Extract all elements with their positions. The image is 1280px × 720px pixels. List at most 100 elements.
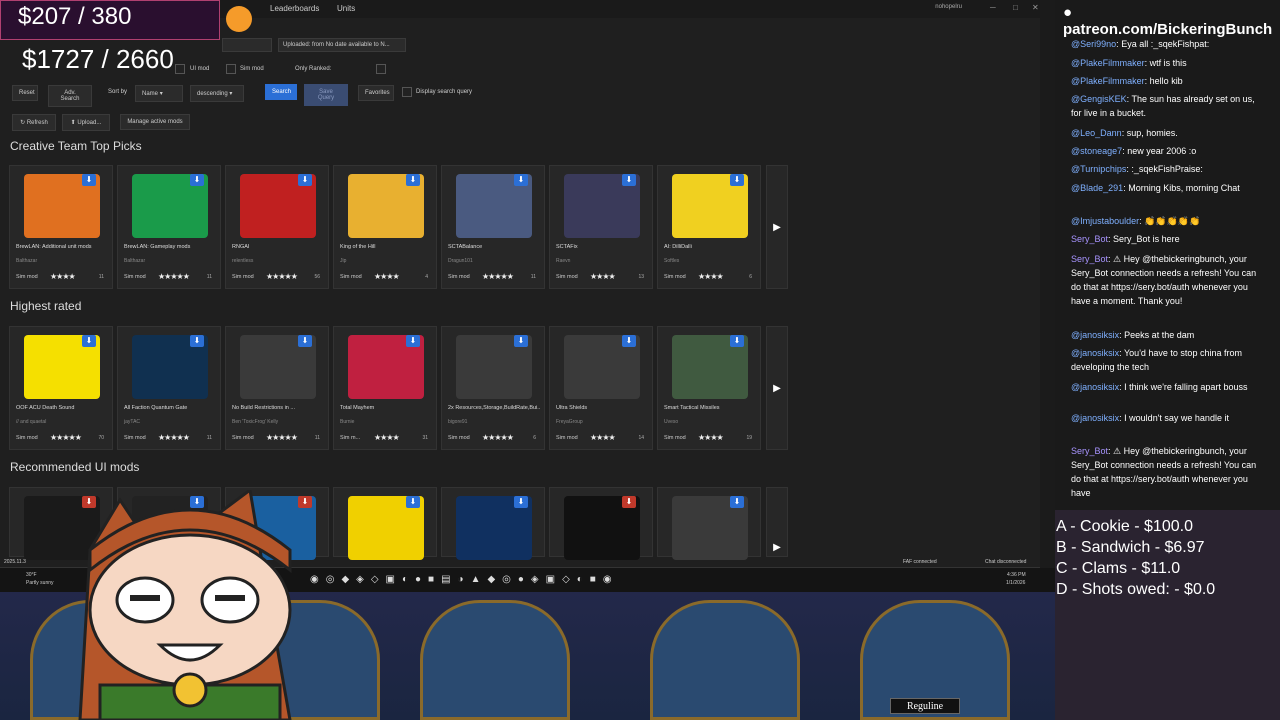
mod-type: Sim mod [664,435,686,441]
clock-date: 1/1/2026 [1006,580,1026,586]
download-icon[interactable]: ⬇ [514,496,528,508]
mod-card[interactable]: ⬇ AI: DilliDalli Softles Sim mod ★★★★ 6 [657,165,761,289]
mod-card[interactable]: ⬇ [333,487,437,560]
patreon-icon: ● [1063,4,1073,21]
mod-card[interactable]: ⬇ 2x Resources,Storage,BuildRate,Bui... bi… [441,326,545,450]
download-icon[interactable]: ⬇ [622,496,636,508]
mod-card[interactable]: ⬇ BrewLAN: Gameplay mods Balthazar Sim mod ★… [117,165,221,289]
favorites-button[interactable]: Favorites [358,85,394,101]
mod-author: FreyaGroup [556,419,583,425]
chat-username: @janosiksix [1071,348,1120,358]
refresh-label: Refresh [26,120,48,126]
chat-message: @janosiksix: I think we're falling apart… [1071,382,1248,392]
chat-username: @Blade_291 [1071,183,1124,193]
next-arrow-icon[interactable]: ▶ [766,165,788,289]
vote-option: C - Clams - $11.0 [1056,560,1181,577]
mod-card[interactable]: ⬇ King of the Hill Jip Sim mod ★★★★ 4 [333,165,437,289]
mod-title: Ultra Shields [556,405,588,411]
adv-search-button[interactable]: Adv. Search [48,85,92,107]
donation-goal-top: $207 / 380 [18,3,132,30]
uploaded-filter[interactable]: Uploaded: from No date available to N... [278,38,406,52]
download-icon[interactable]: ⬇ [406,335,420,347]
nav-units[interactable]: Units [337,4,355,13]
ui-mod-checkbox[interactable] [175,64,185,74]
chat-message: @Seri99no: Eya all :_sqekFishpat: [1071,39,1210,49]
chat-message: Sery_Bot: ⚠ Hey @thebickeringbunch, your… [1071,446,1257,498]
download-icon[interactable]: ⬇ [82,335,96,347]
chat-username: Sery_Bot [1071,234,1109,244]
next-arrow-icon[interactable]: ▶ [766,487,788,557]
search-button[interactable]: Search [265,84,297,100]
display-query-checkbox[interactable] [402,87,412,97]
review-count: 6 [533,435,536,441]
upload-button[interactable]: ⬆ Upload... [62,114,110,131]
refresh-button[interactable]: ↻ Refresh [12,114,56,131]
download-icon[interactable]: ⬇ [514,335,528,347]
version-label: 2025.11.3 [4,559,26,565]
review-count: 11 [206,435,212,441]
chat-text: :_sqekFishPraise: [1131,164,1203,174]
download-icon[interactable]: ⬇ [190,335,204,347]
user-name[interactable]: nohopelru [935,4,962,10]
chat-username: @stoneage7 [1071,146,1123,156]
download-icon[interactable]: ⬇ [622,174,636,186]
download-icon[interactable]: ⬇ [190,174,204,186]
chat-text: sup, homies. [1126,128,1178,138]
upload-label: Upload... [77,120,102,126]
manage-mods-button[interactable]: Manage active mods [120,114,190,130]
mod-card[interactable]: ⬇ All Faction Quantum Gate jayTAC Sim mod ★★… [117,326,221,450]
mod-type: Sim mod [340,274,362,280]
chat-message: @PlakeFilmmaker: wtf is this [1071,58,1187,68]
mod-title: 2x Resources,Storage,BuildRate,Bui... [448,405,540,411]
nav-leaderboards[interactable]: Leaderboards [270,4,319,13]
next-arrow-icon[interactable]: ▶ [766,326,788,450]
mod-card[interactable]: ⬇ BrewLAN: Additional unit mods Balthazar S… [9,165,113,289]
download-icon[interactable]: ⬇ [730,496,744,508]
sim-mod-checkbox[interactable] [226,64,236,74]
mod-author: Uveso [664,419,679,425]
only-ranked-checkbox[interactable] [376,64,386,74]
sort-field-select[interactable]: Name ▾ [135,85,183,102]
chat-username: @Seri99no [1071,39,1117,49]
download-icon[interactable]: ⬇ [514,174,528,186]
vote-option: D - Shots owed: - $0.0 [1056,581,1216,598]
chat-text: 👏👏👏👏👏 [1144,216,1201,226]
mod-card[interactable]: ⬇ Smart Tactical Missiles Uveso Sim mod ★★★★… [657,326,761,450]
mod-card[interactable]: ⬇ Ultra Shields FreyaGroup Sim mod ★★★★ 14 [549,326,653,450]
taskbar-apps[interactable]: ◉◎◆◈◇▣◐●■▤◑▲◆◎●◈▣◇◐■◉ [310,574,619,585]
display-query-label: Display search query [416,89,473,95]
sort-order-select[interactable]: descending ▾ [190,85,244,102]
mod-card[interactable]: ⬇ [657,487,761,560]
download-icon[interactable]: ⬇ [730,335,744,347]
mod-card[interactable]: ⬇ No Build Restrictions in ... Ben 'ToxicF… [225,326,329,450]
chat-username: @Imjustaboulder [1071,216,1140,226]
refresh-icon: ↻ [20,120,26,126]
mod-card[interactable]: ⬇ SCTABalance Dragun101 Sim mod ★★★★★ 11 [441,165,545,289]
save-query-button[interactable]: Save Query [304,84,348,106]
download-icon[interactable]: ⬇ [298,335,312,347]
chat-username: Sery_Bot [1071,446,1109,456]
mod-card[interactable]: ⬇ [549,487,653,560]
search-input[interactable] [222,38,272,52]
download-icon[interactable]: ⬇ [622,335,636,347]
download-icon[interactable]: ⬇ [298,174,312,186]
chat-text: new year 2006 :o [1127,146,1197,156]
mod-card[interactable]: ⬇ RNGAI relentless Sim mod ★★★★★ 56 [225,165,329,289]
download-icon[interactable]: ⬇ [730,174,744,186]
mod-author: bigore91 [448,419,468,425]
close-icon[interactable]: ✕ [1032,3,1039,12]
mod-card[interactable]: ⬇ OOF ACU Death Sound // and quaetal Sim mo… [9,326,113,450]
section-title: Creative Team Top Picks [10,139,142,153]
minimize-icon[interactable]: ─ [990,3,996,12]
download-icon[interactable]: ⬇ [82,174,96,186]
download-icon[interactable]: ⬇ [406,174,420,186]
mod-type: Sim mod [124,274,146,280]
maximize-icon[interactable]: □ [1013,3,1018,12]
mod-card[interactable]: ⬇ Total Mayhem Burnie Sim m... ★★★★ 31 [333,326,437,450]
reset-button[interactable]: Reset [12,85,38,101]
download-icon[interactable]: ⬇ [406,496,420,508]
sort-by-label: Sort by [108,89,128,95]
mod-card[interactable]: ⬇ SCTAFix Raevn Sim mod ★★★★ 13 [549,165,653,289]
mod-card[interactable]: ⬇ [441,487,545,560]
rating-stars: ★★★★ [698,272,724,281]
